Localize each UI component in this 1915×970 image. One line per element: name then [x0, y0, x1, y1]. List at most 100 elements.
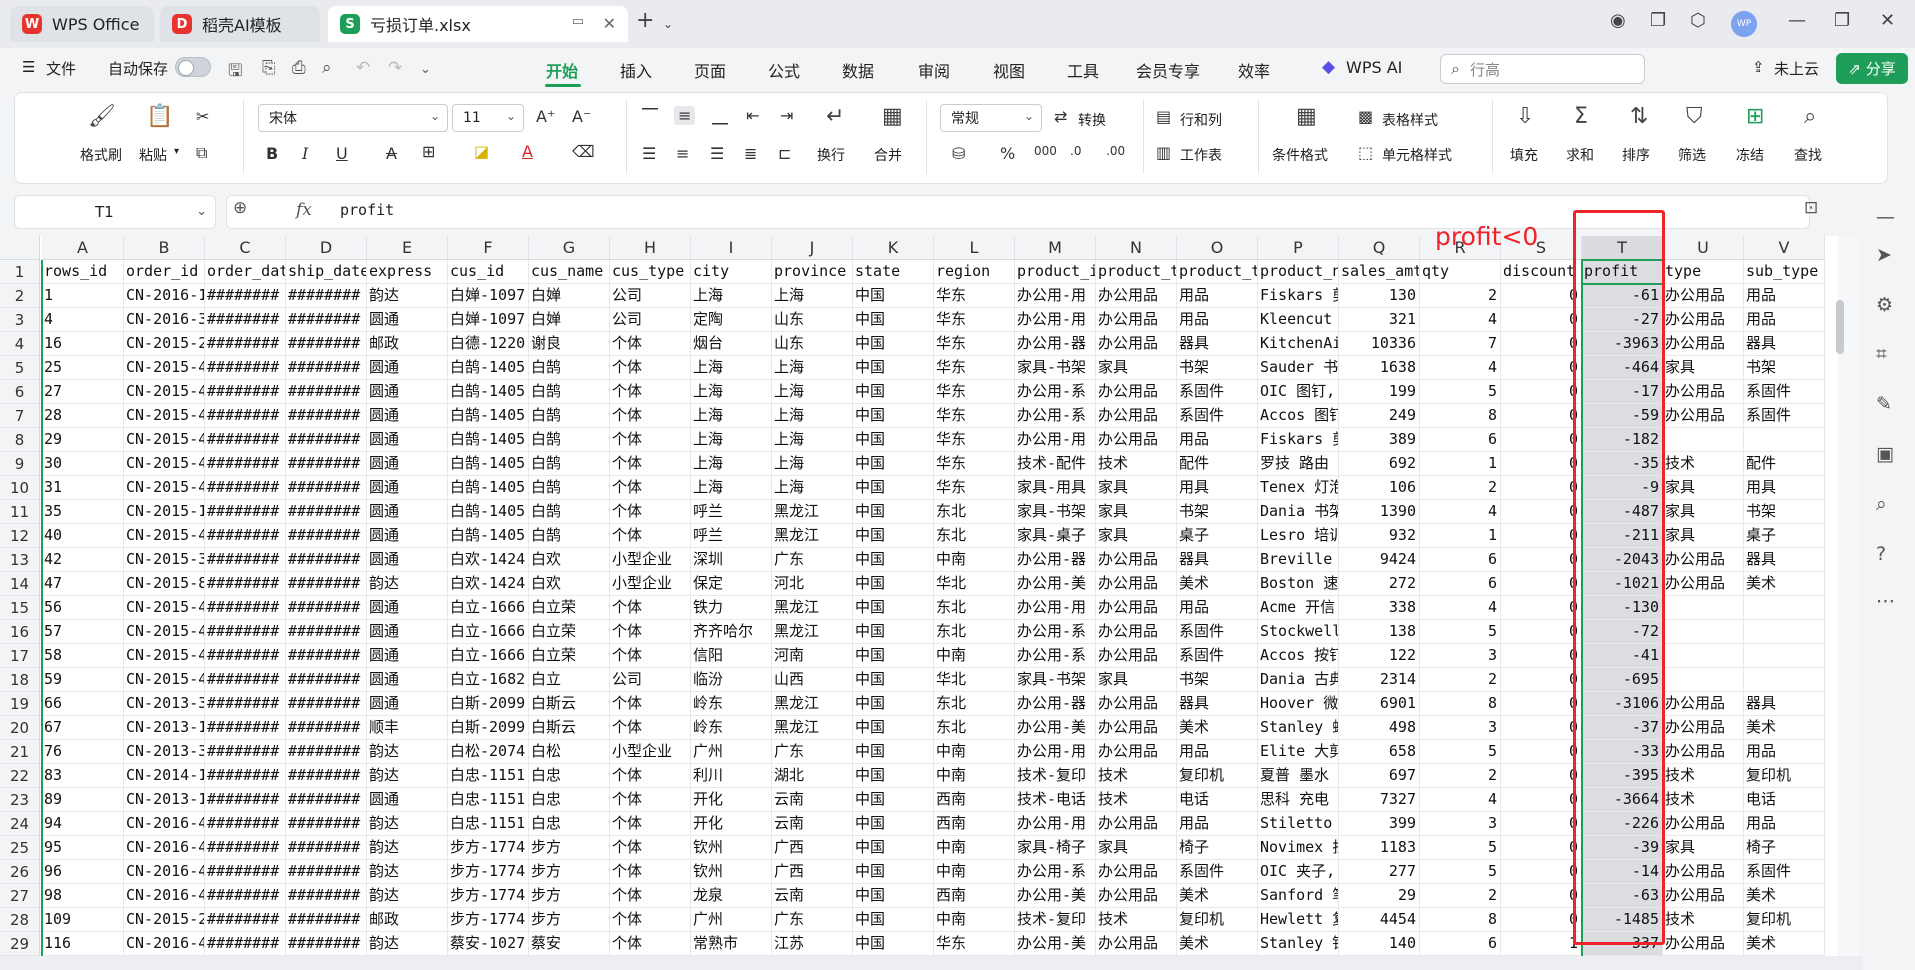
table-cell[interactable]: ######## — [205, 596, 286, 620]
table-cell[interactable]: -1021 — [1582, 572, 1663, 596]
table-cell[interactable]: 呼兰 — [691, 500, 772, 524]
ai-assistant-icon[interactable]: ◉ — [1610, 10, 1626, 31]
table-cell[interactable]: 办公用品 — [1663, 404, 1744, 428]
table-cell[interactable]: 家具 — [1096, 500, 1177, 524]
header-cell-u[interactable]: type — [1663, 260, 1744, 284]
table-cell[interactable]: 白鹄 — [529, 404, 610, 428]
table-cell[interactable]: 白忠-1151 — [448, 812, 529, 836]
table-cell[interactable]: 家具 — [1663, 836, 1744, 860]
table-cell[interactable]: 中国 — [853, 812, 934, 836]
table-cell[interactable]: 57 — [42, 620, 124, 644]
table-cell[interactable]: 家具 — [1096, 524, 1177, 548]
table-cell[interactable]: 4 — [42, 308, 124, 332]
table-cell[interactable]: 1 — [1501, 932, 1582, 956]
table-cell[interactable]: 铁力 — [691, 596, 772, 620]
table-cell[interactable]: Tenex 灯泡 — [1258, 476, 1339, 500]
copy-icon[interactable]: ⧉ — [196, 143, 207, 163]
table-cell[interactable]: 办公用品 — [1663, 740, 1744, 764]
table-cell[interactable]: 办公用品 — [1096, 404, 1177, 428]
paste-chevron-icon[interactable]: ▾ — [174, 146, 179, 157]
table-cell[interactable]: 用具 — [1744, 476, 1825, 500]
table-cell[interactable]: 广州 — [691, 740, 772, 764]
table-cell[interactable]: Sanford 笔 — [1258, 884, 1339, 908]
table-cell[interactable]: 白欢 — [529, 548, 610, 572]
font-color-icon[interactable]: A — [522, 142, 533, 161]
table-cell[interactable]: 白鹄-1405 — [448, 404, 529, 428]
table-cell[interactable]: 0 — [1501, 548, 1582, 572]
table-cell[interactable] — [1744, 620, 1825, 644]
table-cell[interactable]: 办公用-系 — [1015, 644, 1096, 668]
row-header-28[interactable]: 28 — [0, 908, 40, 932]
table-cell[interactable]: 思科 充电 — [1258, 788, 1339, 812]
table-cell[interactable]: 美术 — [1177, 932, 1258, 956]
column-header-l[interactable]: L — [934, 236, 1015, 260]
table-cell[interactable]: ######## — [286, 476, 367, 500]
bold-icon[interactable]: B — [266, 144, 278, 163]
table-cell[interactable]: ######## — [286, 404, 367, 428]
table-cell[interactable]: 5 — [1420, 620, 1501, 644]
table-cell[interactable]: -61 — [1582, 284, 1663, 308]
table-cell[interactable]: 美术 — [1177, 572, 1258, 596]
table-cell[interactable]: 华东 — [934, 332, 1015, 356]
table-cell[interactable]: 中南 — [934, 548, 1015, 572]
table-cell[interactable]: 黑龙江 — [772, 620, 853, 644]
hamburger-menu-icon[interactable]: ☰ — [22, 58, 35, 76]
tab-wps-office[interactable]: W WPS Office — [10, 6, 154, 42]
table-cell[interactable]: 0 — [1501, 668, 1582, 692]
table-cell[interactable]: 韵达 — [367, 740, 448, 764]
table-cell[interactable]: 上海 — [691, 284, 772, 308]
table-cell[interactable]: 家具 — [1663, 356, 1744, 380]
table-cell[interactable]: 4 — [1420, 356, 1501, 380]
table-cell[interactable]: 办公用-美 — [1015, 932, 1096, 956]
table-cell[interactable]: ######## — [286, 308, 367, 332]
table-cell[interactable]: 技术 — [1096, 452, 1177, 476]
header-cell-n[interactable]: product_t — [1096, 260, 1177, 284]
table-cell[interactable]: 圆通 — [367, 476, 448, 500]
row-col-button[interactable]: 行和列 — [1180, 110, 1222, 130]
table-cell[interactable]: 中南 — [934, 764, 1015, 788]
table-cell[interactable]: 器具 — [1744, 548, 1825, 572]
table-cell[interactable]: 山西 — [772, 668, 853, 692]
table-cell[interactable]: 办公用品 — [1663, 860, 1744, 884]
table-cell[interactable]: 中国 — [853, 476, 934, 500]
sum-button[interactable]: 求和 — [1566, 145, 1594, 165]
table-cell[interactable]: CN-2014-1 — [124, 764, 205, 788]
column-header-q[interactable]: Q — [1339, 236, 1420, 260]
table-cell[interactable]: 复印机 — [1177, 764, 1258, 788]
table-cell[interactable]: 办公用品 — [1096, 812, 1177, 836]
format-painter-button[interactable]: 格式刷 — [80, 145, 122, 165]
table-cell[interactable]: 3 — [1420, 644, 1501, 668]
underline-icon[interactable]: U — [336, 144, 348, 163]
table-cell[interactable]: 办公用-用 — [1015, 308, 1096, 332]
cube-icon[interactable]: ⬡ — [1690, 10, 1706, 31]
column-header-h[interactable]: H — [610, 236, 691, 260]
menu-tab-formula[interactable]: 公式 — [768, 58, 800, 82]
table-cell[interactable]: 上海 — [691, 380, 772, 404]
table-cell[interactable]: ######## — [205, 932, 286, 956]
table-cell[interactable]: 华东 — [934, 404, 1015, 428]
table-cell[interactable]: ######## — [286, 692, 367, 716]
table-cell[interactable]: -35 — [1582, 452, 1663, 476]
table-cell[interactable]: 小型企业 — [610, 572, 691, 596]
table-cell[interactable]: 白忠-1151 — [448, 764, 529, 788]
table-cell[interactable]: 山东 — [772, 308, 853, 332]
table-cell[interactable]: CN-2016-1 — [124, 284, 205, 308]
table-cell[interactable]: 白斯云 — [529, 692, 610, 716]
row-header-11[interactable]: 11 — [0, 500, 40, 524]
table-cell[interactable]: 白欢 — [529, 572, 610, 596]
menu-tab-tools[interactable]: 工具 — [1067, 58, 1099, 82]
table-cell[interactable]: 西南 — [934, 884, 1015, 908]
fill-button[interactable]: 填充 — [1510, 145, 1538, 165]
table-cell[interactable]: 6901 — [1339, 692, 1420, 716]
table-cell[interactable]: 韵达 — [367, 884, 448, 908]
table-cell[interactable]: ######## — [286, 356, 367, 380]
table-cell[interactable]: Fiskars 剪 — [1258, 428, 1339, 452]
column-header-g[interactable]: G — [529, 236, 610, 260]
table-cell[interactable]: 122 — [1339, 644, 1420, 668]
header-cell-v[interactable]: sub_type — [1744, 260, 1825, 284]
table-cell[interactable]: 白鹄 — [529, 356, 610, 380]
table-cell[interactable]: 中南 — [934, 644, 1015, 668]
table-cell[interactable]: 1183 — [1339, 836, 1420, 860]
print-preview-icon[interactable]: ⌕ — [322, 58, 332, 78]
convert-button[interactable]: 转换 — [1078, 110, 1106, 130]
